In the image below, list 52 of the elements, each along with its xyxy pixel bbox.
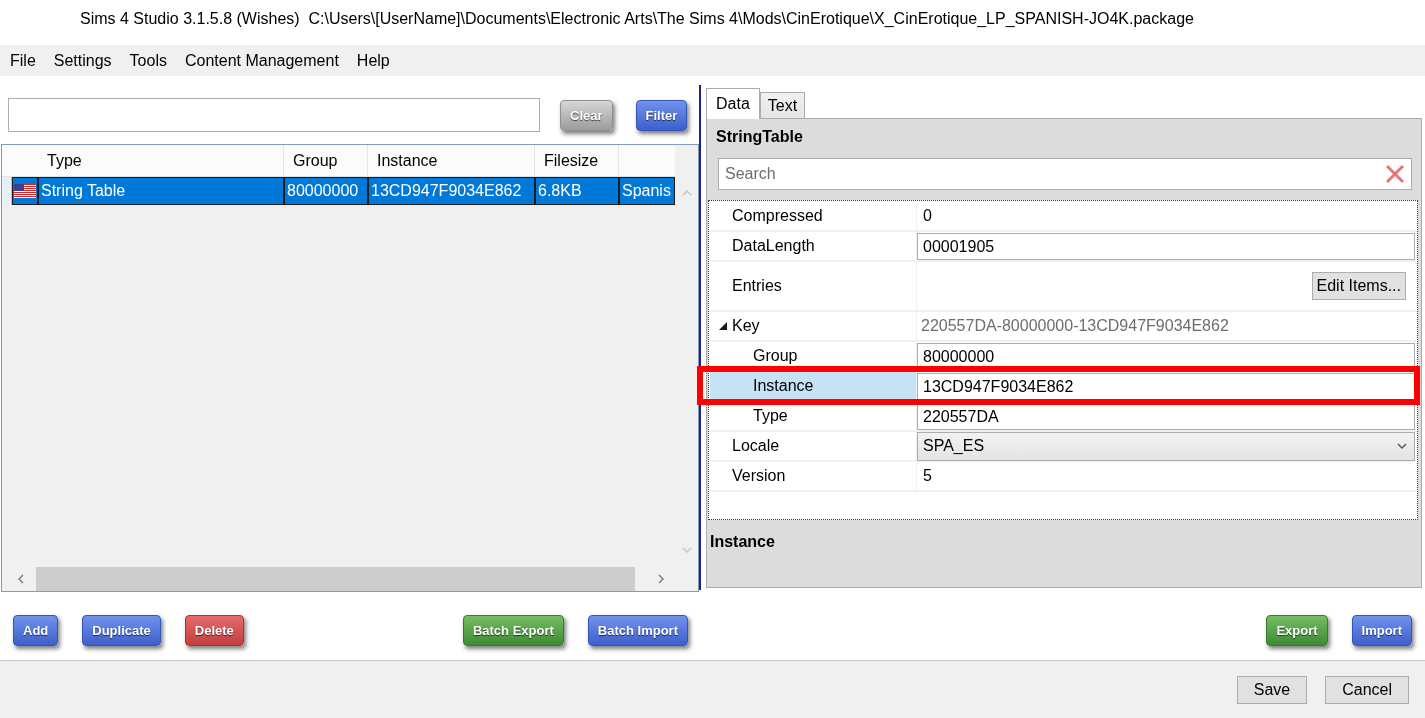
property-label[interactable]: Version xyxy=(710,462,917,490)
menu-item[interactable]: Help xyxy=(347,49,399,72)
column-header[interactable]: Instance xyxy=(368,145,535,176)
scroll-up-icon[interactable] xyxy=(681,189,692,197)
action-button[interactable]: Filter xyxy=(635,99,688,131)
tab[interactable]: Data xyxy=(706,88,760,119)
property-label[interactable]: Key xyxy=(710,312,917,340)
close-icon[interactable] xyxy=(1385,164,1405,184)
table-cell: 13CD947F9034E862 xyxy=(368,177,535,205)
action-button[interactable]: Duplicate xyxy=(82,614,161,646)
table-cell: Spanis xyxy=(619,177,675,205)
value-field[interactable]: 00001905 xyxy=(917,232,1415,260)
action-button[interactable]: Batch Import xyxy=(587,614,688,646)
search-field[interactable]: Search xyxy=(718,158,1412,190)
property-label[interactable]: Compressed xyxy=(710,202,917,230)
action-button[interactable]: Delete xyxy=(184,614,244,646)
edit-items-button[interactable]: Edit Items... xyxy=(1311,272,1406,300)
column-header[interactable]: Type xyxy=(38,145,284,176)
tab[interactable]: Text xyxy=(759,92,806,118)
window-title: Sims 4 Studio 3.1.5.8 (Wishes) C:\Users\[UserName]\Documents\Electronic Arts\The Sims 4\Mods\CinErotique\X_CinErotique_LP_SPANISH-JO4K.package xyxy=(80,10,1194,27)
row-selector[interactable] xyxy=(2,177,12,205)
filter-field[interactable] xyxy=(8,98,540,132)
column-header[interactable]: Filesize xyxy=(535,145,619,176)
property-value: 0 xyxy=(922,207,932,225)
dialog-button[interactable]: Cancel xyxy=(1325,675,1409,704)
property-label[interactable]: Entries xyxy=(710,262,917,310)
table-row[interactable]: String Table 80000000 13CD947F9034E862 6.8KB Spanis xyxy=(2,177,675,205)
editor-title: StringTable xyxy=(715,127,803,147)
scroll-down-icon[interactable] xyxy=(681,546,692,554)
description-title: Instance xyxy=(710,532,775,552)
scroll-left-icon[interactable] xyxy=(18,574,24,584)
action-button[interactable]: Import xyxy=(1351,614,1412,646)
table-cell: String Table xyxy=(38,177,284,205)
chevron-down-icon[interactable] xyxy=(1397,442,1407,450)
scroll-right-icon[interactable] xyxy=(658,574,664,584)
scrollbar-thumb[interactable] xyxy=(36,567,635,591)
table-cell: 80000000 xyxy=(284,177,368,205)
dialog-button[interactable]: Save xyxy=(1236,675,1308,704)
menu-item[interactable]: Settings xyxy=(44,49,121,72)
column-header[interactable]: Group xyxy=(284,145,368,176)
property-value: 5 xyxy=(922,467,932,485)
property-label[interactable]: Instance xyxy=(710,372,917,400)
action-button[interactable]: Add xyxy=(13,614,59,646)
value-field[interactable]: 13CD947F9034E862 xyxy=(917,372,1415,400)
table-cell: 6.8KB xyxy=(535,177,619,205)
expander-icon[interactable] xyxy=(719,322,727,330)
flag-icon xyxy=(14,184,36,198)
property-value: 220557DA-80000000-13CD947F9034E862 xyxy=(920,317,1229,335)
dropdown-field[interactable]: SPA_ES xyxy=(917,431,1415,461)
menu-item[interactable]: Content Management xyxy=(175,49,348,72)
menu-item[interactable]: Tools xyxy=(120,49,176,72)
menu-item[interactable]: File xyxy=(1,49,45,72)
